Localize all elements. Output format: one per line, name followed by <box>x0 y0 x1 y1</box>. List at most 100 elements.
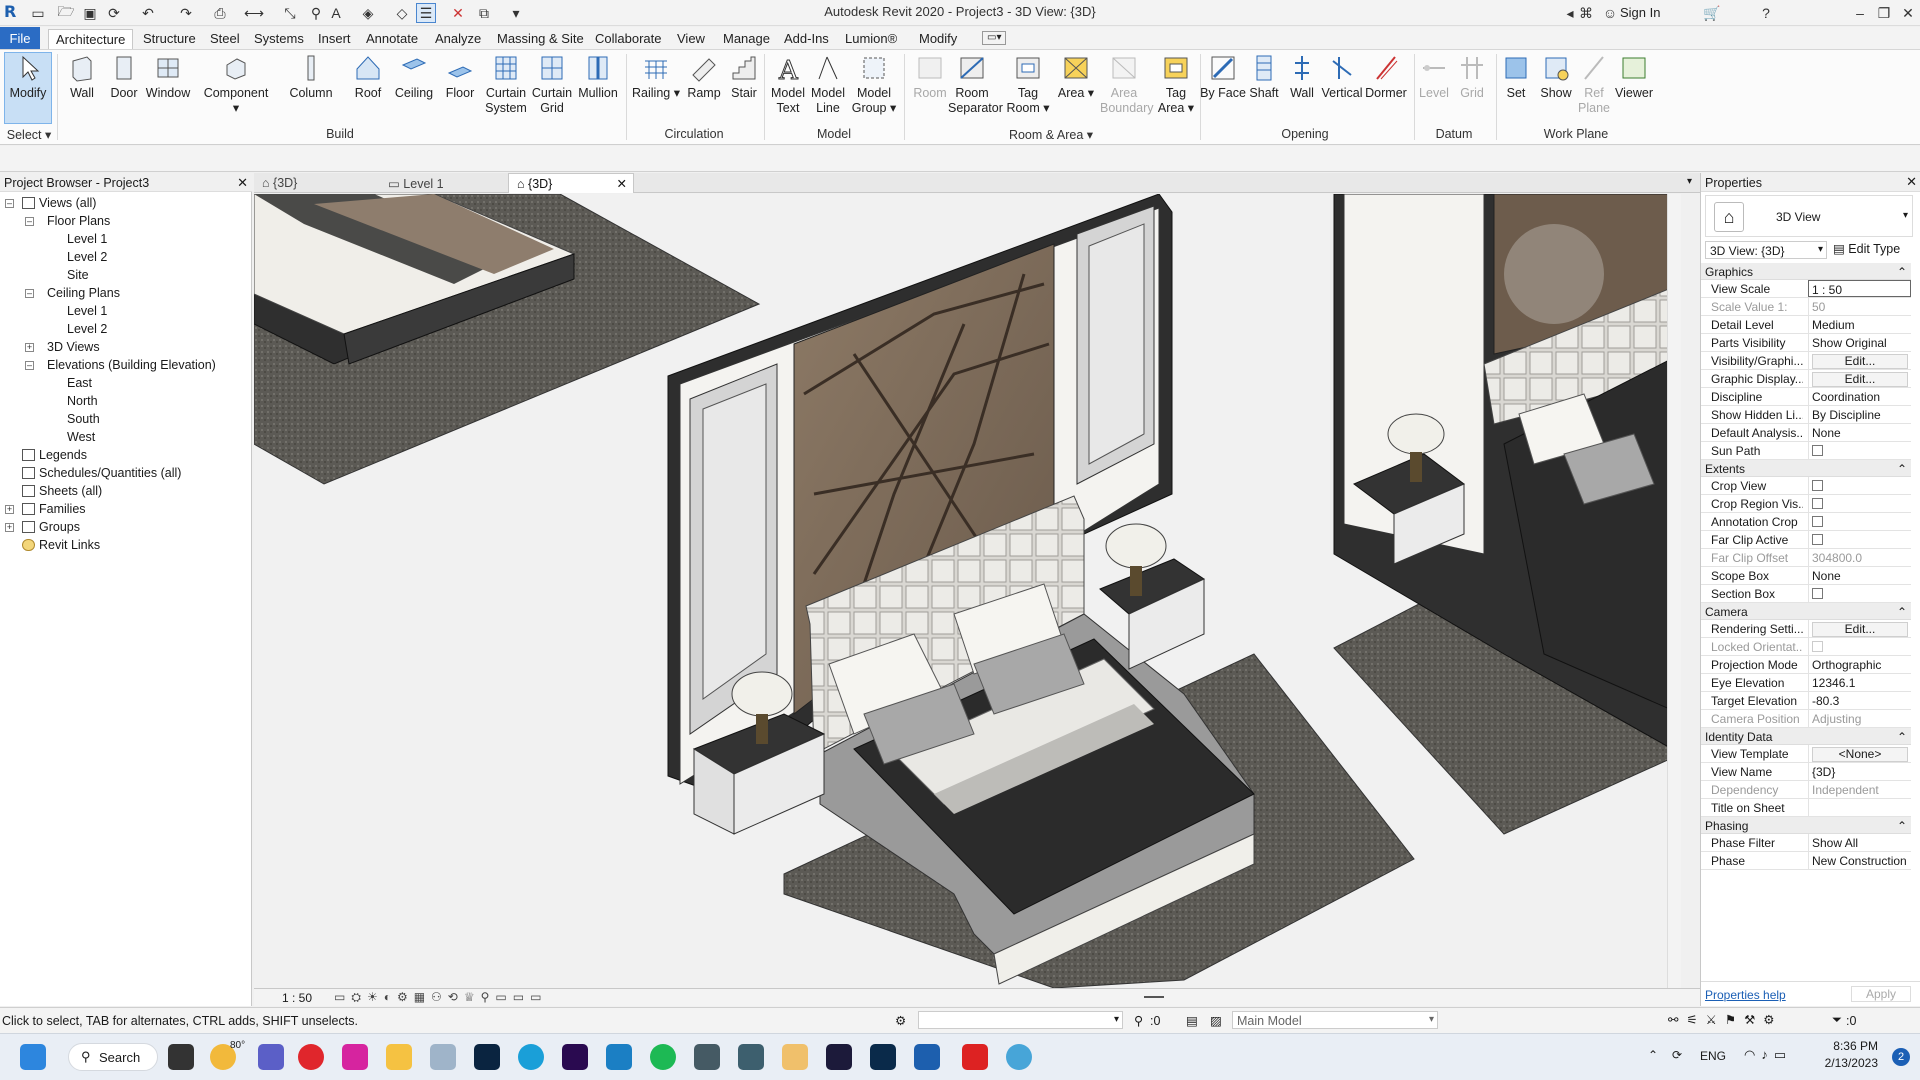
filter-icon[interactable]: ⏷ <box>1832 1013 1842 1028</box>
tab-modify[interactable]: Modify <box>912 29 964 49</box>
file-explorer-icon[interactable] <box>386 1044 412 1070</box>
annotation-crop-checkbox[interactable] <box>1812 516 1823 527</box>
properties-help-link[interactable]: Properties help <box>1705 988 1786 1002</box>
design-option-dropdown[interactable]: Main Model ▾ <box>1232 1011 1438 1029</box>
edit-graphic-display-button[interactable]: Edit... <box>1812 372 1908 387</box>
group-extents[interactable]: Extents ⌃ <box>1701 460 1911 477</box>
section-icon[interactable]: ◇ <box>392 3 412 23</box>
undo-icon[interactable]: ↶ <box>138 3 158 23</box>
tree-item-north[interactable]: North <box>67 392 98 410</box>
ceiling-button[interactable]: Ceiling <box>390 53 438 125</box>
exclude-options-icon[interactable]: ▨ <box>1210 1013 1222 1028</box>
column-button[interactable]: Column <box>286 53 336 125</box>
group-phasing[interactable]: Phasing ⌃ <box>1701 817 1911 834</box>
viewcube-icon[interactable] <box>1504 224 1604 324</box>
teams-icon[interactable] <box>258 1044 284 1070</box>
curtain-system-button[interactable]: Curtain System <box>482 53 530 125</box>
door-button[interactable]: Door <box>100 53 148 125</box>
tab-steel[interactable]: Steel <box>203 29 247 49</box>
start-icon[interactable] <box>20 1044 46 1070</box>
collapse-icon[interactable]: – <box>25 361 34 370</box>
sign-in-link[interactable]: Sign In <box>1620 5 1660 20</box>
model-line-button[interactable]: Model Line <box>804 53 852 125</box>
sync-icon[interactable]: ⟳ <box>104 3 124 23</box>
ribbon-toggle-icon[interactable]: ▭▾ <box>982 31 1007 45</box>
far-clip-checkbox[interactable] <box>1812 534 1823 545</box>
view-tab-level-1[interactable]: ▭ Level 1 <box>380 173 504 193</box>
tag-icon[interactable]: ⚲ <box>306 3 326 23</box>
sun-path-checkbox[interactable] <box>1812 445 1823 456</box>
notification-badge[interactable]: 2 <box>1892 1048 1910 1066</box>
tree-item-schedules[interactable]: Schedules/Quantities (all) <box>22 464 181 482</box>
stair-button[interactable]: Stair <box>720 53 768 125</box>
edge-icon[interactable] <box>518 1044 544 1070</box>
tab-manage[interactable]: Manage <box>716 29 777 49</box>
tabs-dropdown-icon[interactable]: ▾ <box>1687 176 1692 187</box>
section-box-checkbox[interactable] <box>1812 588 1823 599</box>
tree-item-floor-plans[interactable]: Floor Plans <box>47 212 110 230</box>
tab-analyze[interactable]: Analyze <box>428 29 488 49</box>
tree-item-families[interactable]: Families <box>22 500 86 518</box>
edit-type-button[interactable]: ▤ Edit Type <box>1833 241 1900 256</box>
tree-item-level-1[interactable]: Level 1 <box>67 230 107 248</box>
revit-icon[interactable] <box>914 1044 940 1070</box>
collapse-icon[interactable]: – <box>25 217 34 226</box>
group-identity-data[interactable]: Identity Data ⌃ <box>1701 728 1911 745</box>
apply-button[interactable]: Apply <box>1851 986 1911 1002</box>
tree-item-views[interactable]: Views (all) <box>22 194 96 212</box>
close-icon[interactable]: ✕ <box>1906 174 1917 190</box>
tree-item-ceiling-plans[interactable]: Ceiling Plans <box>47 284 120 302</box>
measure-icon[interactable]: ⟷ <box>244 3 264 23</box>
component-button[interactable]: Component ▾ <box>200 53 272 125</box>
tab-add-ins[interactable]: Add-Ins <box>777 29 836 49</box>
after-effects-icon[interactable] <box>826 1044 852 1070</box>
view-control-icons[interactable]: ▭⛭☀◐⚙▦⚇⟲♕⚲▭▭▭ <box>334 990 547 1005</box>
premiere-icon[interactable] <box>562 1044 588 1070</box>
tab-collaborate[interactable]: Collaborate <box>588 29 669 49</box>
panel-room-area[interactable]: Room & Area ▾ <box>906 127 1196 142</box>
close-icon[interactable]: ✕ <box>237 175 248 191</box>
view-template-button[interactable]: <None> <box>1812 747 1908 762</box>
viewer-button[interactable]: Viewer <box>1610 53 1658 125</box>
spotify-icon[interactable] <box>650 1044 676 1070</box>
collapse-icon[interactable]: – <box>5 199 14 208</box>
tree-item-3d-views[interactable]: 3D Views <box>47 338 100 356</box>
expand-icon[interactable]: + <box>5 505 14 514</box>
instagram-icon[interactable] <box>342 1044 368 1070</box>
view-tab-3d-active[interactable]: ⌂ {3D} ✕ <box>508 173 634 193</box>
tray-wifi-volume-battery-icons[interactable]: ◠♪▭ <box>1744 1047 1792 1063</box>
tab-lumion[interactable]: Lumion® <box>838 29 904 49</box>
3d-view-canvas[interactable] <box>254 194 1681 988</box>
thin-lines-icon[interactable]: ☰ <box>416 3 436 23</box>
tree-item-ceiling-level-1[interactable]: Level 1 <box>67 302 107 320</box>
tree-item-legends[interactable]: Legends <box>22 446 87 464</box>
design-options-icon[interactable]: ▤ <box>1186 1013 1198 1028</box>
tree-item-ceiling-level-2[interactable]: Level 2 <box>67 320 107 338</box>
model-group-button[interactable]: Model Group ▾ <box>850 53 898 125</box>
tray-sync-icon[interactable]: ⟳ <box>1672 1048 1682 1062</box>
group-camera[interactable]: Camera ⌃ <box>1701 603 1911 620</box>
area-boundary-button[interactable]: Area Boundary <box>1100 53 1154 125</box>
expand-icon[interactable]: + <box>5 523 14 532</box>
help-icon[interactable]: ? <box>1756 3 1776 23</box>
clock-time[interactable]: 8:36 PM <box>1830 1039 1878 1053</box>
dormer-button[interactable]: Dormer <box>1362 53 1410 125</box>
tree-item-level-2[interactable]: Level 2 <box>67 248 107 266</box>
room-button[interactable]: Room <box>906 53 954 125</box>
instance-selector[interactable]: 3D View: {3D} ▾ <box>1705 241 1827 259</box>
app-router-icon[interactable] <box>694 1044 720 1070</box>
open-icon[interactable]: ▭ <box>28 3 48 23</box>
edit-visibility-button[interactable]: Edit... <box>1812 354 1908 369</box>
tree-item-sheets[interactable]: Sheets (all) <box>22 482 102 500</box>
selection-settings-icons[interactable]: ⚯⚟⚔⚑⚒⚙ <box>1668 1012 1783 1027</box>
tree-item-south[interactable]: South <box>67 410 100 428</box>
dimension-icon[interactable]: ⤡ <box>280 3 300 23</box>
tree-item-site[interactable]: Site <box>67 266 89 284</box>
tree-item-west[interactable]: West <box>67 428 95 446</box>
workset-dropdown[interactable]: ▾ <box>918 1011 1123 1029</box>
worksets-icon[interactable]: ⚙ <box>895 1013 906 1028</box>
view-tab-3d[interactable]: ⌂ {3D} <box>254 173 376 193</box>
crop-region-checkbox[interactable] <box>1812 498 1823 509</box>
lightroom-icon[interactable] <box>474 1044 500 1070</box>
close-window-button[interactable]: ✕ <box>1894 2 1920 24</box>
